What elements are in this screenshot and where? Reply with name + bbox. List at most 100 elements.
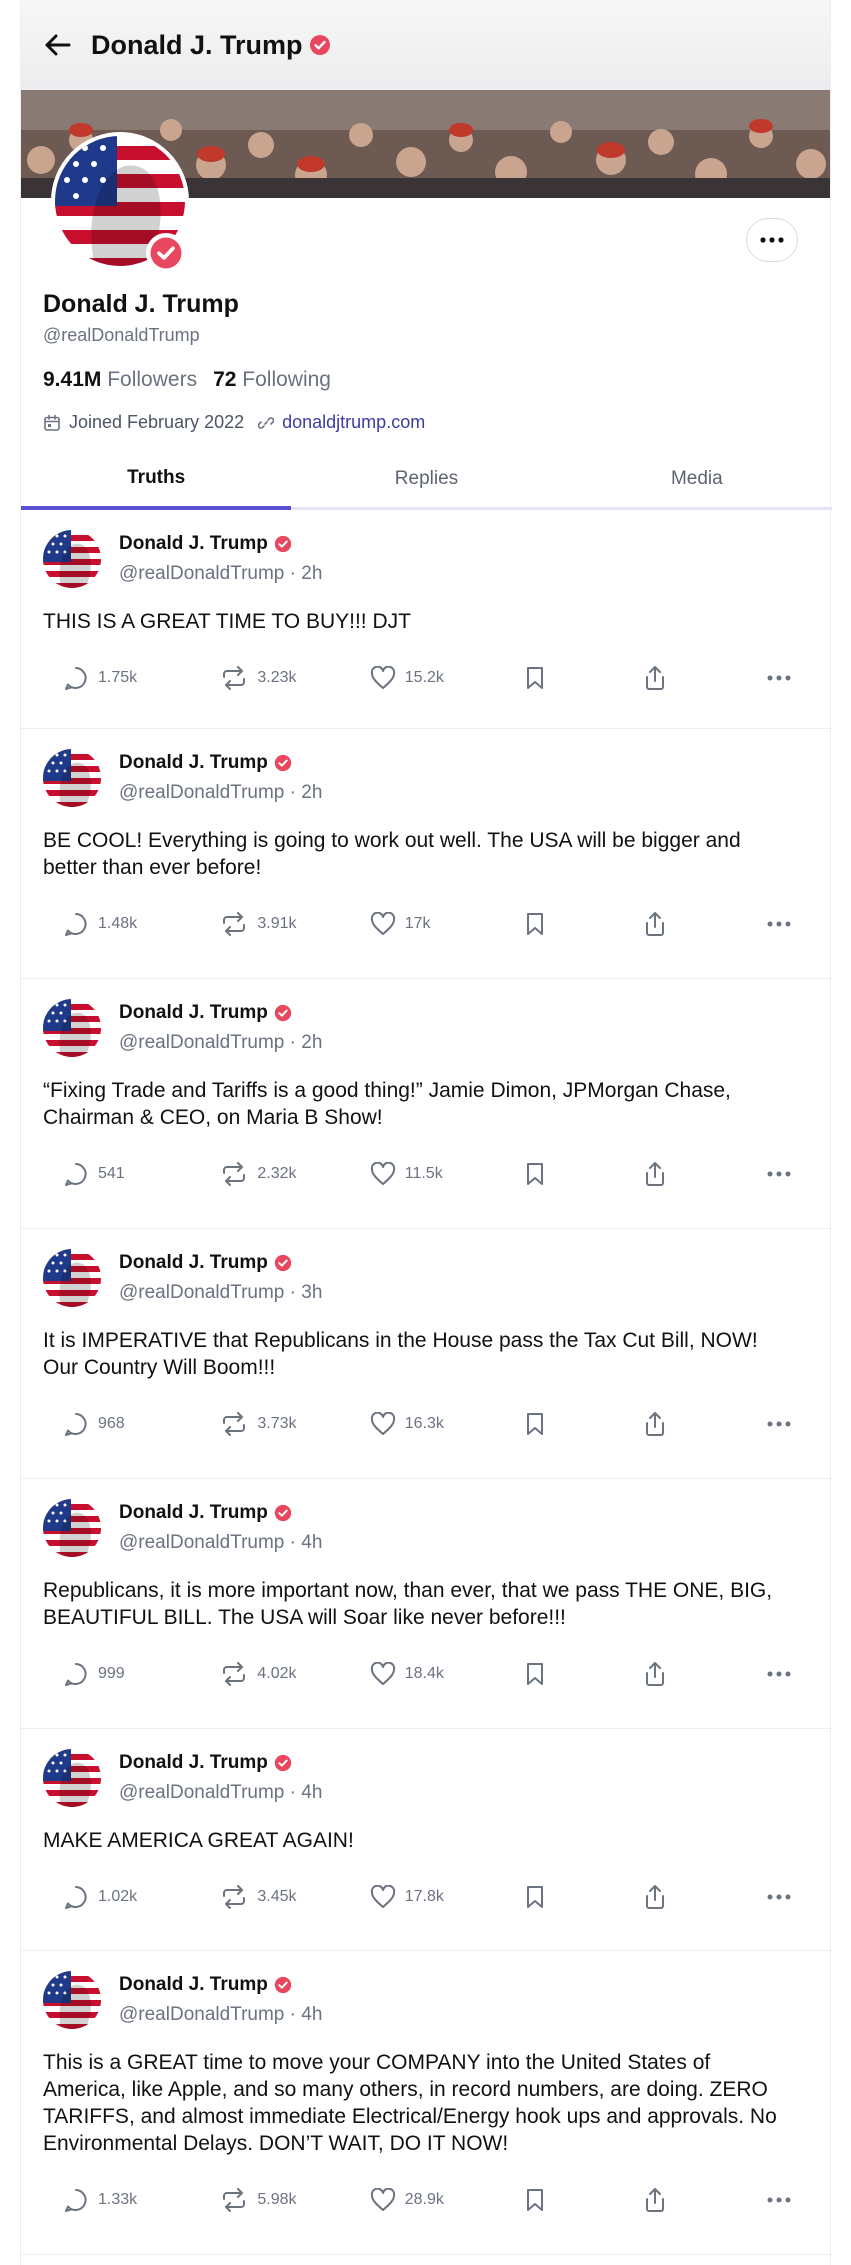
post-item[interactable]: Donald J. Trump @realDonaldTrump · 2h BE… bbox=[21, 729, 832, 979]
post-avatar[interactable] bbox=[43, 1249, 101, 1307]
repost-count: 2.32k bbox=[257, 1165, 297, 1182]
post-more-button[interactable] bbox=[751, 2197, 810, 2203]
tab-truths[interactable]: Truths bbox=[21, 450, 292, 510]
post-avatar[interactable] bbox=[43, 530, 101, 588]
more-icon bbox=[767, 2197, 791, 2203]
share-button[interactable] bbox=[633, 1884, 751, 1910]
post-time: 2h bbox=[301, 782, 323, 803]
like-button[interactable]: 18.4k bbox=[358, 1662, 515, 1686]
reply-button[interactable]: 968 bbox=[43, 1411, 200, 1437]
tab-replies[interactable]: Replies bbox=[291, 450, 562, 510]
profile-more-button[interactable] bbox=[746, 218, 798, 262]
profile-tabs: Truths Replies Media bbox=[21, 450, 832, 510]
following-label: Following bbox=[242, 368, 331, 391]
repost-count: 4.02k bbox=[257, 1665, 297, 1682]
bookmark-icon bbox=[526, 913, 543, 935]
like-button[interactable]: 17.8k bbox=[358, 1885, 515, 1909]
post-text: This is a GREAT time to move your COMPAN… bbox=[43, 2051, 777, 2155]
reply-icon bbox=[65, 1663, 87, 1686]
reply-button[interactable]: 1.02k bbox=[43, 1884, 200, 1910]
reply-button[interactable]: 1.48k bbox=[43, 911, 200, 937]
post-author[interactable]: Donald J. Trump bbox=[119, 1002, 322, 1024]
post-author[interactable]: Donald J. Trump bbox=[119, 1974, 322, 1996]
tab-media[interactable]: Media bbox=[561, 450, 832, 510]
bookmark-button[interactable] bbox=[515, 2187, 633, 2213]
avatar-image bbox=[43, 749, 101, 807]
like-button[interactable]: 17k bbox=[358, 912, 515, 936]
repost-button[interactable]: 3.73k bbox=[200, 1412, 357, 1436]
bookmark-button[interactable] bbox=[515, 665, 633, 691]
post-time: 4h bbox=[301, 1532, 323, 1553]
like-icon bbox=[370, 1162, 395, 1185]
repost-button[interactable]: 2.32k bbox=[200, 1162, 357, 1186]
bookmark-button[interactable] bbox=[515, 1661, 633, 1687]
post-author[interactable]: Donald J. Trump bbox=[119, 1502, 322, 1524]
share-button[interactable] bbox=[633, 1161, 751, 1187]
reply-button[interactable]: 1.33k bbox=[43, 2187, 200, 2213]
bookmark-icon bbox=[526, 667, 543, 689]
post-author[interactable]: Donald J. Trump bbox=[119, 533, 322, 555]
bookmark-button[interactable] bbox=[515, 1884, 633, 1910]
repost-button[interactable]: 4.02k bbox=[200, 1662, 357, 1686]
post-avatar[interactable] bbox=[43, 1749, 101, 1807]
repost-button[interactable]: 3.45k bbox=[200, 1885, 357, 1909]
post-handle-time: @realDonaldTrump · 4h bbox=[119, 1532, 323, 1553]
post-more-button[interactable] bbox=[751, 1171, 810, 1177]
more-icon bbox=[767, 1421, 791, 1427]
post-item[interactable]: Donald J. Trump @realDonaldTrump · 2h TH… bbox=[21, 510, 832, 729]
post-handle-time: @realDonaldTrump · 2h bbox=[119, 563, 323, 584]
post-actions: 541 2.32k 11.5k bbox=[43, 1137, 810, 1211]
post-more-button[interactable] bbox=[751, 675, 810, 681]
bookmark-button[interactable] bbox=[515, 911, 633, 937]
reply-button[interactable]: 1.75k bbox=[43, 665, 200, 691]
like-count: 17k bbox=[404, 915, 431, 932]
post-item[interactable]: Donald J. Trump @realDonaldTrump · 3h It… bbox=[21, 1229, 832, 1479]
post-more-button[interactable] bbox=[751, 921, 810, 927]
post-avatar[interactable] bbox=[43, 999, 101, 1057]
post-time: 4h bbox=[301, 1782, 323, 1803]
post-item[interactable]: Donald J. Trump @realDonaldTrump · 4h Re… bbox=[21, 1479, 832, 1729]
like-button[interactable]: 15.2k bbox=[358, 666, 515, 690]
repost-count: 5.98k bbox=[257, 2191, 297, 2208]
verified-icon bbox=[274, 754, 292, 772]
post-author[interactable]: Donald J. Trump bbox=[119, 1752, 322, 1774]
post-avatar[interactable] bbox=[43, 749, 101, 807]
verified-icon bbox=[274, 535, 292, 553]
repost-button[interactable]: 3.91k bbox=[200, 912, 357, 936]
like-button[interactable]: 28.9k bbox=[358, 2188, 515, 2212]
post-author-name: Donald J. Trump bbox=[119, 1002, 268, 1023]
repost-button[interactable]: 3.23k bbox=[200, 666, 357, 690]
following-link[interactable]: 72 Following bbox=[213, 368, 331, 392]
post-more-button[interactable] bbox=[751, 1894, 810, 1900]
post-item[interactable]: Donald J. Trump @realDonaldTrump · 2h “F… bbox=[21, 979, 832, 1229]
post-header: Donald J. Trump @realDonaldTrump · 2h bbox=[43, 729, 810, 807]
post-more-button[interactable] bbox=[751, 1421, 810, 1427]
post-author[interactable]: Donald J. Trump bbox=[119, 1252, 322, 1274]
verified-icon bbox=[274, 1254, 292, 1272]
bookmark-button[interactable] bbox=[515, 1161, 633, 1187]
repost-count: 3.91k bbox=[257, 915, 297, 932]
like-button[interactable]: 16.3k bbox=[358, 1412, 515, 1436]
post-avatar[interactable] bbox=[43, 1499, 101, 1557]
share-button[interactable] bbox=[633, 1661, 751, 1687]
post-header: Donald J. Trump @realDonaldTrump · 4h bbox=[43, 1729, 810, 1807]
post-avatar[interactable] bbox=[43, 1971, 101, 2029]
reply-button[interactable]: 999 bbox=[43, 1661, 200, 1687]
post-more-button[interactable] bbox=[751, 1671, 810, 1677]
website-link[interactable]: donaldjtrump.com bbox=[282, 412, 425, 433]
back-button[interactable] bbox=[43, 30, 73, 60]
reply-button[interactable]: 541 bbox=[43, 1161, 200, 1187]
repost-button[interactable]: 5.98k bbox=[200, 2188, 357, 2212]
post-item[interactable]: Donald J. Trump @realDonaldTrump · 4h Th… bbox=[21, 1951, 832, 2255]
share-button[interactable] bbox=[633, 1411, 751, 1437]
like-button[interactable]: 11.5k bbox=[358, 1162, 515, 1186]
bookmark-button[interactable] bbox=[515, 1411, 633, 1437]
share-button[interactable] bbox=[633, 2187, 751, 2213]
share-button[interactable] bbox=[633, 665, 751, 691]
post-feed: Donald J. Trump @realDonaldTrump · 2h TH… bbox=[21, 510, 832, 2255]
post-author[interactable]: Donald J. Trump bbox=[119, 752, 322, 774]
post-item[interactable]: Donald J. Trump @realDonaldTrump · 4h MA… bbox=[21, 1729, 832, 1951]
followers-link[interactable]: 9.41M Followers bbox=[43, 368, 197, 392]
share-button[interactable] bbox=[633, 911, 751, 937]
profile-handle: @realDonaldTrump bbox=[43, 325, 200, 345]
